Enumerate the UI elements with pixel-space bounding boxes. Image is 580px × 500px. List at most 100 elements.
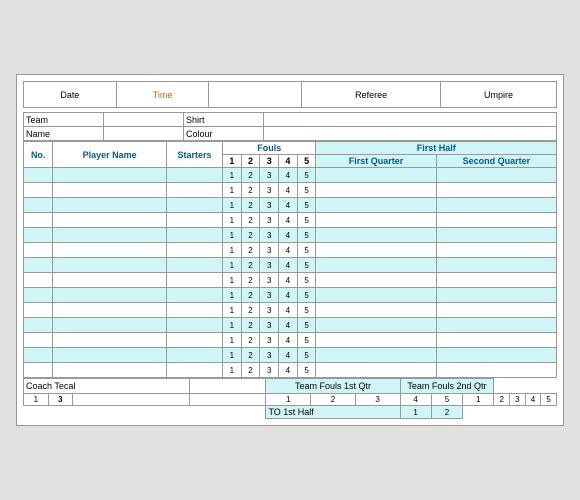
foul-4: 4 [279,333,298,348]
foul-5: 5 [297,303,316,318]
foul-1: 1 [223,243,242,258]
foul-5: 5 [297,348,316,363]
scoresheet: Date Time Referee Umpire Team [16,74,564,426]
foul-1: 1 [223,258,242,273]
player-starters [166,318,222,333]
foul-2: 2 [241,213,260,228]
tf1q-2: 2 [311,394,356,406]
player-no [24,288,53,303]
bottom-fouls-row: 1 3 1 2 3 4 5 1 2 3 4 5 [24,394,557,406]
player-no [24,303,53,318]
player-no [24,183,53,198]
first-quarter-cell [316,168,436,183]
player-starters [166,183,222,198]
foul-4: 4 [279,168,298,183]
coach-fouls-empty [190,379,266,394]
team-name-row: Name Colour [24,127,557,141]
referee-label: Referee [355,90,387,100]
foul-5: 5 [297,258,316,273]
team-fouls-1st-label: Team Fouls 1st Qtr [266,379,400,394]
foul-4-header: 4 [279,155,298,168]
to-val-2: 2 [431,406,462,419]
player-row: 12345 [24,258,557,273]
player-name-cell [53,318,167,333]
foul-2: 2 [241,168,260,183]
col-no: No. [24,142,53,168]
first-quarter-cell [316,243,436,258]
first-quarter-cell [316,288,436,303]
foul-3: 3 [260,198,279,213]
foul-4: 4 [279,258,298,273]
foul-3: 3 [260,183,279,198]
player-row: 12345 [24,183,557,198]
player-name-cell [53,183,167,198]
player-name-cell [53,273,167,288]
name-label: Name [26,129,50,139]
player-starters [166,363,222,378]
player-no [24,243,53,258]
player-row: 12345 [24,168,557,183]
foul-1-header: 1 [223,155,242,168]
umpire-cell: Umpire [441,82,557,108]
date-label: Date [60,90,79,100]
second-quarter-cell [436,363,556,378]
foul-2: 2 [241,288,260,303]
player-no [24,348,53,363]
second-quarter-cell [436,288,556,303]
foul-5: 5 [297,243,316,258]
first-quarter-cell [316,228,436,243]
player-row: 12345 [24,348,557,363]
player-no [24,198,53,213]
player-starters [166,303,222,318]
col-fouls: Fouls [223,142,316,155]
tf1q-1: 1 [266,394,311,406]
foul-2: 2 [241,333,260,348]
col-header-row: No. Player Name Starters Fouls First Hal… [24,142,557,155]
player-name-cell [53,243,167,258]
foul-4: 4 [279,288,298,303]
first-quarter-cell [316,348,436,363]
player-row: 12345 [24,288,557,303]
player-name-cell [53,228,167,243]
foul-3: 3 [260,168,279,183]
player-starters [166,333,222,348]
player-no [24,363,53,378]
time-cell: Time [116,82,209,108]
foul-4: 4 [279,318,298,333]
coach-label: Coach Tecal [26,381,75,391]
foul-1: 1 [223,168,242,183]
foul-1: 1 [223,213,242,228]
umpire-label: Umpire [484,90,513,100]
player-name-cell [53,288,167,303]
second-quarter-cell [436,303,556,318]
second-quarter-cell [436,168,556,183]
foul-4: 4 [279,348,298,363]
foul-5: 5 [297,363,316,378]
foul-4: 4 [279,273,298,288]
foul-2: 2 [241,183,260,198]
player-name-cell [53,213,167,228]
player-name-cell [53,168,167,183]
foul-2: 2 [241,273,260,288]
foul-2-header: 2 [241,155,260,168]
player-starters [166,228,222,243]
foul-3: 3 [260,303,279,318]
blank-cell [209,82,302,108]
date-cell: Date [24,82,117,108]
foul-3-header: 3 [260,155,279,168]
first-quarter-cell [316,303,436,318]
main-table: No. Player Name Starters Fouls First Hal… [23,141,557,378]
foul-4: 4 [279,363,298,378]
foul-5: 5 [297,198,316,213]
player-starters [166,348,222,363]
tf1q-3: 3 [355,394,400,406]
shirt-label: Shirt [186,115,205,125]
first-quarter-cell [316,198,436,213]
col-starters: Starters [166,142,222,168]
player-no [24,318,53,333]
foul-2: 2 [241,258,260,273]
player-starters [166,273,222,288]
player-name-cell [53,333,167,348]
foul-2: 2 [241,198,260,213]
player-starters [166,243,222,258]
